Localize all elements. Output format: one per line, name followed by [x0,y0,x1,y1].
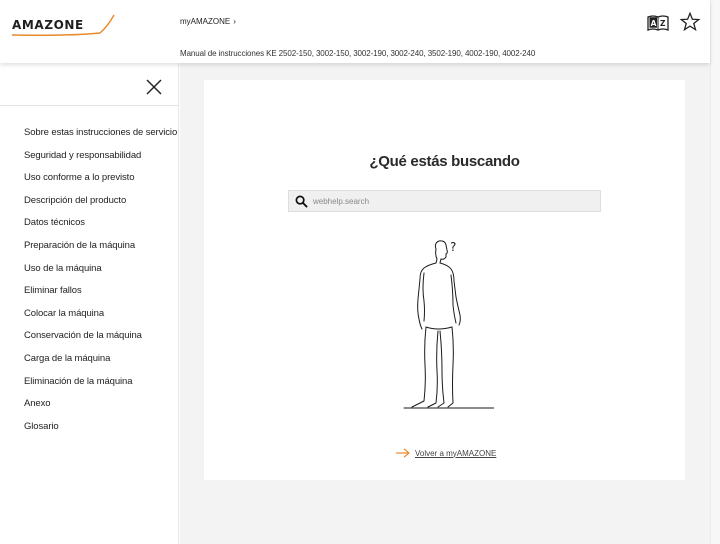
sidebar-item-datos-tecnicos[interactable]: Datos técnicos [24,217,177,240]
amazone-logo[interactable]: AMAZONE [10,12,118,38]
back-to-myamazone-link[interactable]: Volver a myAMAZONE [396,448,496,458]
sidebar-item-descripcion-producto[interactable]: Descripción del producto [24,195,177,218]
svg-text:A: A [651,19,657,28]
sidebar-item-glosario[interactable]: Glosario [24,421,177,444]
header: AMAZONE myAMAZONE › Manual de instruccion… [0,0,710,63]
sidebar-item-uso-conforme[interactable]: Uso conforme a lo previsto [24,172,177,195]
search-box[interactable] [288,190,601,212]
arrow-right-icon [396,448,410,458]
sidebar-header [0,63,179,106]
sidebar-item-conservacion[interactable]: Conservación de la máquina [24,330,177,353]
close-icon[interactable] [145,78,163,96]
sidebar-item-anexo[interactable]: Anexo [24,398,177,421]
favorite-star-icon[interactable] [679,11,701,33]
sidebar-item-eliminar-fallos[interactable]: Eliminar fallos [24,285,177,308]
sidebar-item-colocar-maquina[interactable]: Colocar la máquina [24,308,177,331]
sidebar-item-preparacion[interactable]: Preparación de la máquina [24,240,177,263]
svg-text:Z: Z [660,19,666,28]
sidebar-item-seguridad[interactable]: Seguridad y responsabilidad [24,150,177,173]
logo-text: AMAZONE [12,18,84,32]
dictionary-icon[interactable]: A Z [647,14,669,32]
sidebar-item-uso-maquina[interactable]: Uso de la máquina [24,263,177,286]
sidebar-item-sobre-estas-instrucciones[interactable]: Sobre estas instrucciones de servicio [24,127,177,150]
sidebar-item-eliminacion[interactable]: Eliminación de la máquina [24,376,177,399]
question-mark: ? [450,240,456,254]
search-input[interactable] [313,194,593,209]
breadcrumb-link-myamazone[interactable]: myAMAZONE [180,17,230,26]
breadcrumb-separator: › [233,17,236,26]
page-heading: ¿Qué estás buscando [369,153,520,170]
back-link-text: Volver a myAMAZONE [415,448,497,458]
search-icon [295,195,308,208]
page-scrollbar[interactable] [710,0,720,544]
sidebar-item-carga[interactable]: Carga de la máquina [24,353,177,376]
sidebar-nav: Sobre estas instrucciones de servicio Se… [24,127,177,443]
breadcrumb: myAMAZONE › [180,17,236,26]
person-wondering-illustration: ? [403,240,494,409]
document-title: Manual de instrucciones KE 2502-150, 300… [180,49,536,58]
sidebar: Sobre estas instrucciones de servicio Se… [0,63,179,544]
search-card: ¿Qué estás buscando webhelp.search ? Vol… [204,80,685,480]
